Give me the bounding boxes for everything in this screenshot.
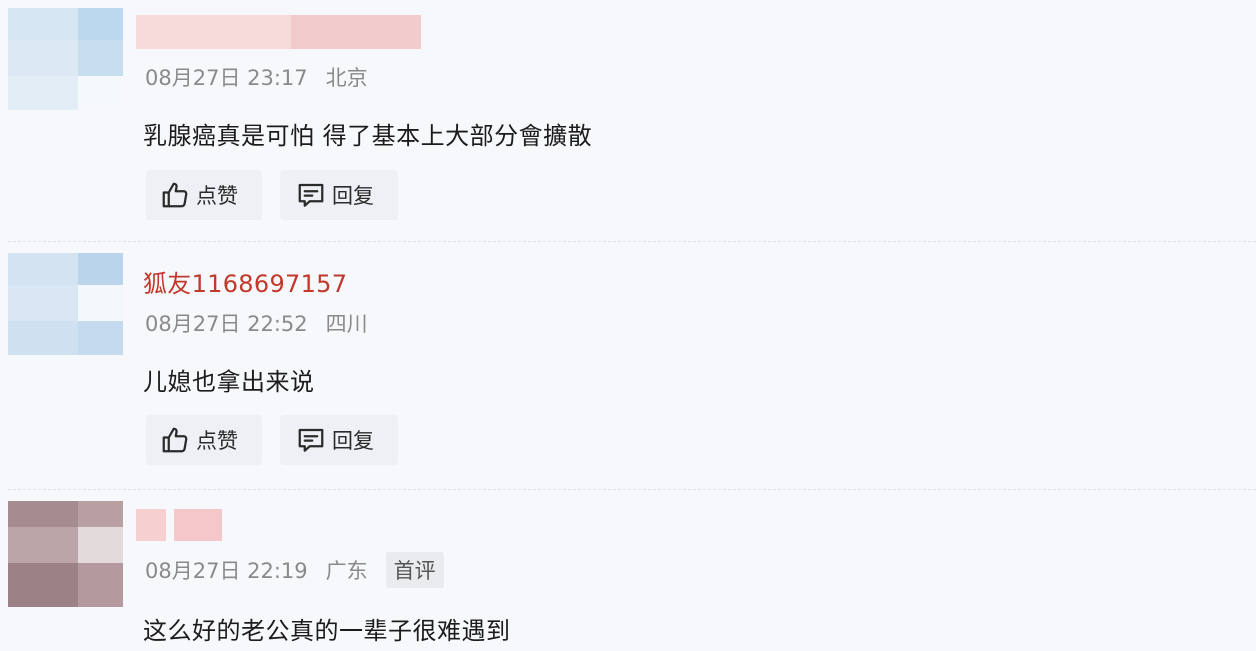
like-label: 点赞: [196, 184, 238, 208]
comment-actions: 点赞 回复: [146, 415, 398, 465]
first-comment-badge: 首评: [385, 552, 444, 588]
comment-location: 北京: [325, 66, 368, 90]
username-blurred[interactable]: [136, 509, 222, 541]
username-blurred[interactable]: [136, 15, 421, 49]
reply-label: 回复: [332, 429, 374, 453]
comment-divider: [8, 489, 1256, 490]
comment-meta: 08月27日 22:19 广东 首评: [145, 552, 444, 588]
reply-label: 回复: [332, 184, 374, 208]
username[interactable]: 狐友1168697157: [143, 264, 347, 299]
comment-text: 乳腺癌真是可怕 得了基本上大部分會擴散: [143, 122, 593, 150]
avatar[interactable]: [8, 8, 123, 110]
comment-text: 儿媳也拿出来说: [143, 368, 315, 396]
like-button[interactable]: 点赞: [146, 170, 262, 220]
comment-meta: 08月27日 23:17 北京: [145, 62, 368, 92]
comment-location: 广东: [325, 559, 368, 583]
thumbs-up-icon: [162, 182, 188, 208]
like-label: 点赞: [196, 429, 238, 453]
reply-button[interactable]: 回复: [280, 170, 398, 220]
comment-divider: [8, 241, 1256, 242]
like-button[interactable]: 点赞: [146, 415, 262, 465]
comment-date: 08月27日 22:52: [145, 312, 308, 336]
comment-actions: 点赞 回复: [146, 170, 398, 220]
comment-location: 四川: [325, 312, 368, 336]
thumbs-up-icon: [162, 427, 188, 453]
avatar[interactable]: [8, 501, 123, 607]
comment-icon: [298, 428, 324, 452]
comment-meta: 08月27日 22:52 四川: [145, 308, 368, 338]
comment-date: 08月27日 22:19: [145, 559, 308, 583]
comment-text: 这么好的老公真的一辈子很难遇到: [143, 617, 511, 645]
comment-icon: [298, 183, 324, 207]
avatar[interactable]: [8, 253, 123, 355]
reply-button[interactable]: 回复: [280, 415, 398, 465]
comment-date: 08月27日 23:17: [145, 66, 308, 90]
